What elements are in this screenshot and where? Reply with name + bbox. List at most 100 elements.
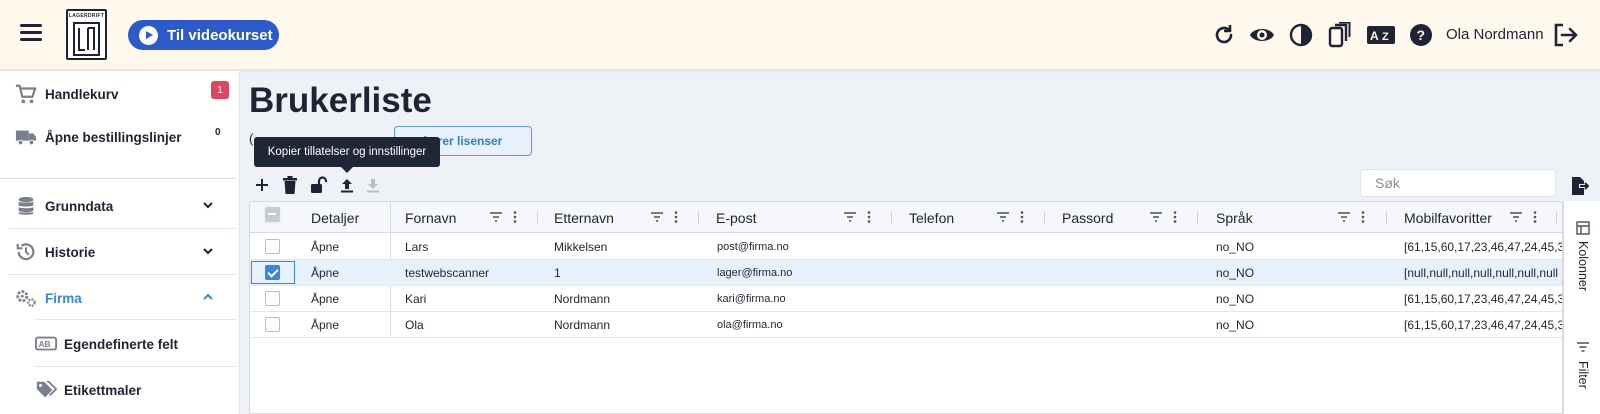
- eye-icon[interactable]: [1249, 22, 1275, 48]
- sidebar-item-label: Egendefinerte felt: [64, 336, 179, 352]
- sidebar-divider: [34, 319, 236, 320]
- trash-icon[interactable]: [280, 175, 300, 195]
- column-separator[interactable]: [1386, 211, 1387, 224]
- page-title: Brukerliste: [249, 81, 432, 120]
- table-row[interactable]: Åpne testwebscanner 1 lager@firma.no no_…: [250, 260, 1562, 286]
- unlock-icon[interactable]: [309, 175, 329, 195]
- menu-icon[interactable]: [20, 24, 42, 42]
- add-icon[interactable]: [252, 175, 272, 195]
- columns-icon[interactable]: [1576, 221, 1590, 235]
- tooltip-text: Kopier tillatelser og innstillinger: [267, 146, 427, 158]
- sidebar-item-egendefinerte-felt[interactable]: AB Egendefinerte felt: [0, 321, 236, 367]
- download-icon: [363, 175, 383, 195]
- cell-epost[interactable]: post@firma.no: [717, 234, 789, 260]
- language-icon[interactable]: AZ: [1366, 22, 1396, 48]
- columns-panel-tab[interactable]: Kolonner: [1576, 241, 1590, 291]
- svg-text:?: ?: [1417, 27, 1426, 43]
- details-link[interactable]: Åpne: [311, 286, 339, 312]
- column-header-sprak[interactable]: Språk: [1216, 202, 1253, 233]
- help-icon[interactable]: ?: [1408, 22, 1434, 48]
- cell-etternavn[interactable]: 1: [554, 260, 561, 286]
- refresh-icon[interactable]: [1211, 22, 1237, 48]
- gears-icon: [16, 290, 36, 307]
- column-header-etternavn[interactable]: Etternavn: [554, 202, 614, 233]
- cell-fornavn[interactable]: Kari: [405, 286, 426, 312]
- cell-fornavn[interactable]: Lars: [405, 234, 428, 260]
- devices-icon[interactable]: [1326, 22, 1352, 48]
- column-header-fornavn[interactable]: Fornavn: [405, 202, 456, 233]
- sidebar-item-etikettmaler[interactable]: Etikettmaler: [0, 367, 236, 413]
- sidebar: Handlekurv 1 Åpne bestillingslinjer 0 Gr…: [0, 71, 240, 414]
- row-checkbox[interactable]: [265, 265, 280, 280]
- table-row[interactable]: Åpne Ola Nordmann ola@firma.no no_NO [61…: [250, 312, 1562, 338]
- order-lines-count: 0: [215, 127, 221, 138]
- cell-mobilfavoritter[interactable]: [61,15,60,17,23,46,47,24,45,3,: [1404, 286, 1562, 312]
- column-header-telefon[interactable]: Telefon: [909, 202, 954, 233]
- details-link[interactable]: Åpne: [311, 234, 339, 260]
- column-separator[interactable]: [891, 211, 892, 224]
- cell-epost[interactable]: ola@firma.no: [717, 312, 783, 338]
- cell-etternavn[interactable]: Nordmann: [554, 312, 610, 338]
- export-icon[interactable]: [1569, 176, 1590, 196]
- filter-menu-icon[interactable]: [995, 210, 1035, 224]
- row-checkbox[interactable]: [265, 291, 280, 306]
- cell-mobilfavoritter[interactable]: [61,15,60,17,23,46,47,24,45,3,: [1404, 234, 1562, 260]
- user-name[interactable]: Ola Nordmann: [1446, 26, 1544, 43]
- cell-etternavn[interactable]: Mikkelsen: [554, 234, 607, 260]
- contrast-icon[interactable]: [1288, 22, 1314, 48]
- column-header-passord[interactable]: Passord: [1062, 202, 1113, 233]
- column-separator[interactable]: [537, 211, 538, 224]
- filter-menu-icon[interactable]: [488, 210, 528, 224]
- column-separator[interactable]: [1044, 211, 1045, 224]
- filter-panel-tab[interactable]: Filter: [1576, 361, 1590, 389]
- select-all-checkbox[interactable]: [265, 207, 280, 222]
- filter-menu-icon[interactable]: [1336, 210, 1376, 224]
- sidebar-item-firma[interactable]: Firma: [0, 275, 236, 321]
- column-separator[interactable]: [1197, 211, 1198, 224]
- search-input[interactable]: [1360, 169, 1556, 197]
- column-header-epost[interactable]: E-post: [716, 202, 756, 233]
- sidebar-item-grunndata[interactable]: Grunndata: [0, 183, 236, 229]
- column-separator[interactable]: [1556, 211, 1557, 224]
- table-row[interactable]: Åpne Kari Nordmann kari@firma.no no_NO […: [250, 286, 1562, 312]
- upload-icon[interactable]: [337, 175, 357, 195]
- column-separator[interactable]: [698, 211, 699, 224]
- filter-icon[interactable]: [1576, 341, 1590, 353]
- chevron-down-icon: [203, 248, 213, 255]
- svg-text:A: A: [1370, 29, 1379, 43]
- cell-epost[interactable]: kari@firma.no: [717, 286, 786, 312]
- sidebar-item-label: Historie: [45, 244, 96, 260]
- sidebar-item-handlekurv[interactable]: Handlekurv 1: [0, 71, 236, 117]
- lagerdrift-logo[interactable]: LAGERDRIFT: [66, 9, 107, 60]
- column-header-mobilfavoritter[interactable]: Mobilfavoritter: [1404, 202, 1492, 233]
- cell-mobilfavoritter[interactable]: [null,null,null,null,null,null,null: [1404, 260, 1562, 286]
- details-link[interactable]: Åpne: [311, 260, 339, 286]
- cell-mobilfavoritter[interactable]: [61,15,60,17,23,46,47,24,45,3,: [1404, 312, 1562, 338]
- sidebar-item-historie[interactable]: Historie: [0, 229, 236, 275]
- details-link[interactable]: Åpne: [311, 312, 339, 338]
- select-all-cell: [250, 202, 296, 233]
- user-count-text: (: [249, 131, 254, 146]
- filter-menu-icon[interactable]: [1508, 210, 1548, 224]
- filter-menu-icon[interactable]: [1148, 210, 1188, 224]
- sidebar-item-label: Handlekurv: [45, 86, 119, 102]
- cell-etternavn[interactable]: Nordmann: [554, 286, 610, 312]
- table-row[interactable]: Åpne Lars Mikkelsen post@firma.no no_NO …: [250, 234, 1562, 260]
- cell-sprak[interactable]: no_NO: [1216, 286, 1254, 312]
- row-checkbox[interactable]: [265, 239, 280, 254]
- filter-menu-icon[interactable]: [842, 210, 882, 224]
- cell-epost[interactable]: lager@firma.no: [717, 260, 792, 286]
- chevron-up-icon: [203, 293, 213, 300]
- cell-sprak[interactable]: no_NO: [1216, 312, 1254, 338]
- cell-fornavn[interactable]: testwebscanner: [405, 260, 489, 286]
- cell-fornavn[interactable]: Ola: [405, 312, 424, 338]
- sidebar-item-apne-bestillingslinjer[interactable]: Åpne bestillingslinjer: [0, 114, 236, 160]
- grid-header: Detaljer Fornavn Etternavn E-post Telefo…: [250, 202, 1562, 233]
- column-header-detaljer[interactable]: Detaljer: [311, 202, 359, 233]
- video-course-button[interactable]: Til videokurset: [128, 20, 279, 50]
- filter-menu-icon[interactable]: [649, 210, 689, 224]
- cell-sprak[interactable]: no_NO: [1216, 234, 1254, 260]
- cell-sprak[interactable]: no_NO: [1216, 260, 1254, 286]
- logout-icon[interactable]: [1553, 22, 1579, 48]
- row-checkbox[interactable]: [265, 317, 280, 332]
